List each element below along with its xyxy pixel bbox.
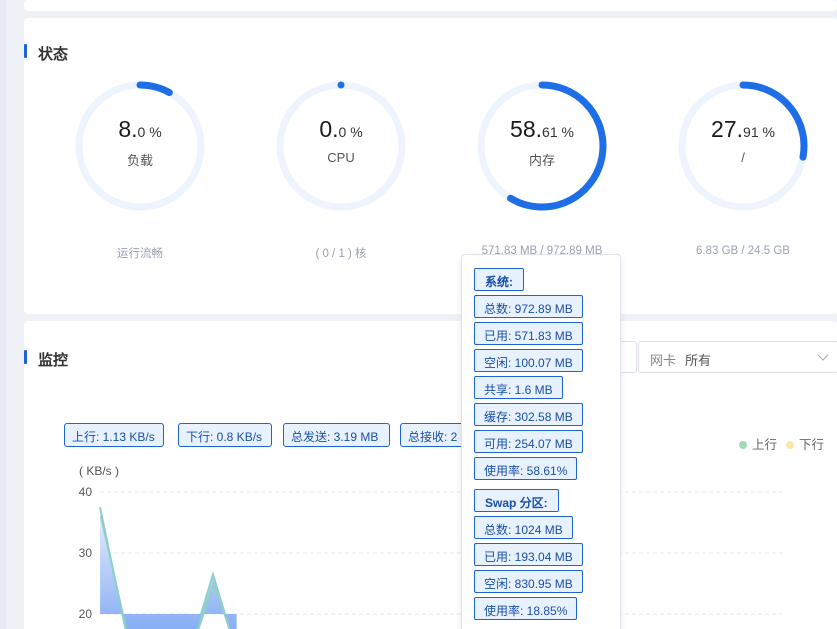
memory-tooltip: 系统: 总数: 972.89 MB 已用: 571.83 MB 空闲: 100.… — [461, 254, 621, 629]
tooltip-swap-usage: 使用率: 18.85% — [474, 597, 578, 620]
tooltip-swap-header: Swap 分区: — [474, 489, 559, 512]
y-tick-label: 20 — [79, 607, 93, 621]
y-tick-label: 40 — [79, 485, 93, 499]
tooltip-system-free: 空闲: 100.07 MB — [474, 349, 583, 372]
tooltip-system-available: 可用: 254.07 MB — [474, 430, 583, 453]
tooltip-system-used: 已用: 571.83 MB — [474, 322, 583, 345]
tooltip-system-header: 系统: — [474, 268, 524, 291]
tooltip-system-shared: 共享: 1.6 MB — [474, 376, 563, 399]
tooltip-system-total: 总数: 972.89 MB — [474, 295, 583, 318]
y-axis-unit-label: ( KB/s ) — [79, 464, 119, 478]
tooltip-system-usage: 使用率: 58.61% — [474, 457, 578, 480]
tooltip-system-cache: 缓存: 302.58 MB — [474, 403, 583, 426]
tooltip-swap-free: 空闲: 830.95 MB — [474, 570, 583, 593]
network-chart: ( KB/s ) 40 30 20 — [79, 464, 782, 629]
tooltip-swap-used: 已用: 193.04 MB — [474, 543, 583, 566]
tooltip-swap-total: 总数: 1024 MB — [474, 516, 573, 539]
y-tick-label: 30 — [79, 546, 93, 560]
